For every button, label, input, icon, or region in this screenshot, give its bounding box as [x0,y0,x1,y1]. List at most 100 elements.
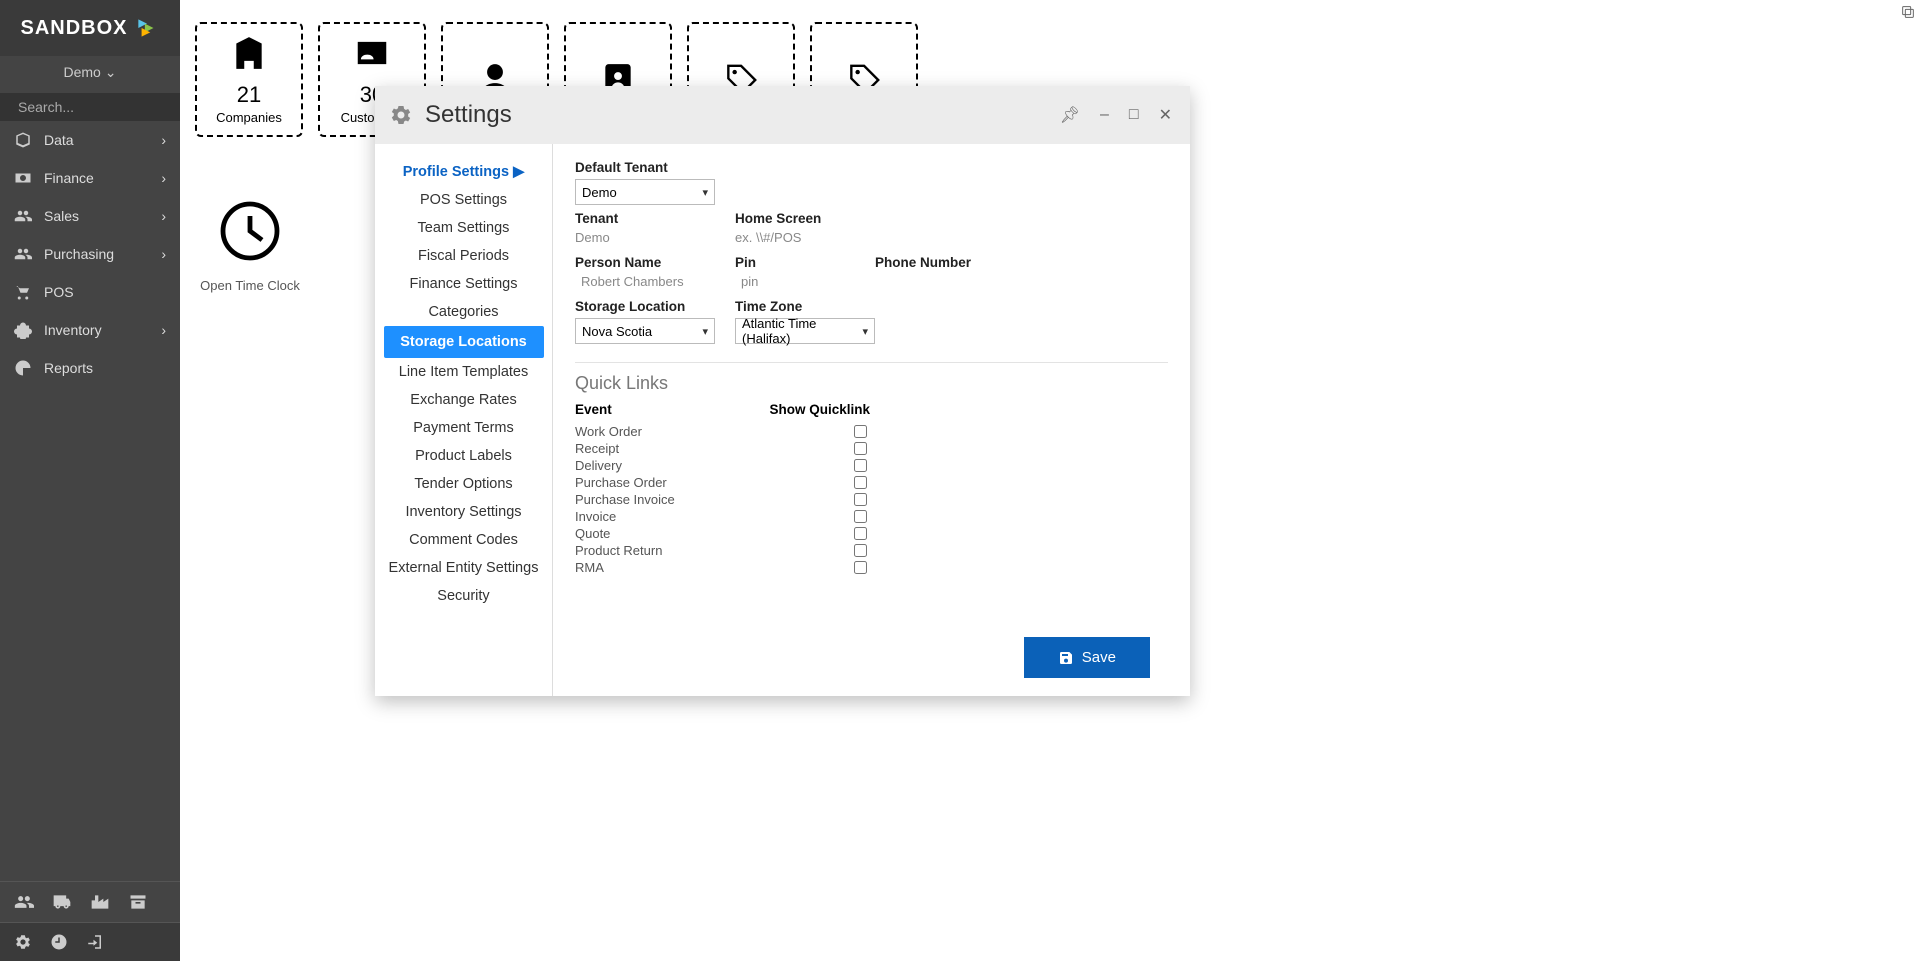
minimize-icon[interactable]: – [1096,102,1113,128]
quicklink-row: Purchase Invoice [575,491,870,508]
chevron-right-icon: › [161,132,166,148]
quicklink-checkbox-work-order[interactable] [854,424,867,439]
settings-modal: Settings 📌︎ – □ ✕ Profile SettingsPOS Se… [375,86,1190,696]
chevron-right-icon: › [161,170,166,186]
storage-location-label: Storage Location [575,299,715,314]
settings-nav-finance-settings[interactable]: Finance Settings [384,270,544,298]
nav-item-pos[interactable]: POS [0,273,180,311]
search-input[interactable] [18,99,199,115]
settings-nav-external-entity-settings[interactable]: External Entity Settings [384,554,544,582]
nav-item-data[interactable]: Data› [0,121,180,159]
pin-icon[interactable]: 📌︎ [1056,101,1084,129]
archive-icon[interactable] [128,892,148,912]
chevron-down-icon: ⌄ [105,64,117,80]
quicklink-row: Purchase Order [575,474,870,491]
quicklink-row: Invoice [575,508,870,525]
tenant-value: Demo [575,230,715,245]
quicklink-checkbox-invoice[interactable] [854,509,867,524]
brand-logo-icon [134,15,160,41]
clock-label: Open Time Clock [200,278,300,293]
gear-icon[interactable] [14,933,32,951]
default-tenant-select[interactable]: Demo [575,179,715,205]
settings-nav-pos-settings[interactable]: POS Settings [384,186,544,214]
tenant-label: Tenant [575,211,715,226]
factory-icon[interactable] [90,892,110,912]
quicklink-checkbox-receipt[interactable] [854,441,867,456]
settings-nav: Profile SettingsPOS SettingsTeam Setting… [375,144,553,696]
cart-icon [14,283,32,301]
copy-icon[interactable] [1900,4,1916,25]
quicklink-row: Receipt [575,440,870,457]
idcard-icon [353,34,391,72]
pin-hint: pin [735,274,855,289]
modal-title: Settings [425,101,512,129]
clock-large-icon [214,195,286,267]
logout-icon[interactable] [86,933,104,951]
quicklinks-title: Quick Links [575,373,1168,394]
nav-item-finance[interactable]: Finance› [0,159,180,197]
quicklink-checkbox-rma[interactable] [854,560,867,575]
tenant-selector[interactable]: Demo ⌄ [0,56,180,93]
chart-icon [14,359,32,377]
person-name-label: Person Name [575,255,715,270]
save-icon [1058,650,1074,666]
settings-nav-tender-options[interactable]: Tender Options [384,470,544,498]
settings-nav-line-item-templates[interactable]: Line Item Templates [384,358,544,386]
home-screen-hint: ex. \\#/POS [735,230,821,245]
settings-nav-fiscal-periods[interactable]: Fiscal Periods [384,242,544,270]
ql-col-event: Event [575,402,612,417]
users-icon[interactable] [14,892,34,912]
nav-item-sales[interactable]: Sales› [0,197,180,235]
save-button[interactable]: Save [1024,637,1150,678]
settings-nav-product-labels[interactable]: Product Labels [384,442,544,470]
money-icon [14,169,32,187]
settings-nav-storage-locations[interactable]: Storage Locations [384,326,544,358]
default-tenant-label: Default Tenant [575,160,1168,175]
nav-item-purchasing[interactable]: Purchasing› [0,235,180,273]
quicklink-checkbox-purchase-invoice[interactable] [854,492,867,507]
nav-item-inventory[interactable]: Inventory› [0,311,180,349]
clock-icon[interactable] [50,933,68,951]
chevron-right-icon: › [161,322,166,338]
timezone-label: Time Zone [735,299,875,314]
quicklink-row: Work Order [575,423,870,440]
storage-location-select[interactable]: Nova Scotia [575,318,715,344]
quicklink-checkbox-product-return[interactable] [854,543,867,558]
bottom-toolbar-system [0,922,180,961]
open-time-clock[interactable]: Open Time Clock [200,195,300,293]
settings-nav-inventory-settings[interactable]: Inventory Settings [384,498,544,526]
settings-nav-profile-settings[interactable]: Profile Settings [384,158,544,186]
truck-icon[interactable] [52,892,72,912]
phone-label: Phone Number [875,255,971,270]
quicklink-checkbox-delivery[interactable] [854,458,867,473]
group-icon [14,245,32,263]
timezone-select[interactable]: Atlantic Time (Halifax) [735,318,875,344]
brand-text: SANDBOX [20,17,127,40]
dash-card-companies[interactable]: 21Companies [195,22,303,137]
home-screen-label: Home Screen [735,211,821,226]
save-button-label: Save [1082,649,1116,666]
pin-label: Pin [735,255,855,270]
nav-item-reports[interactable]: Reports [0,349,180,387]
settings-nav-payment-terms[interactable]: Payment Terms [384,414,544,442]
settings-nav-exchange-rates[interactable]: Exchange Rates [384,386,544,414]
tenant-selector-label: Demo [64,64,101,80]
box-icon [14,131,32,149]
settings-nav-security[interactable]: Security [384,582,544,610]
close-icon[interactable]: ✕ [1155,101,1176,129]
settings-nav-comment-codes[interactable]: Comment Codes [384,526,544,554]
quicklink-checkbox-quote[interactable] [854,526,867,541]
group-icon [14,207,32,225]
ql-col-show: Show Quicklink [769,402,870,417]
brand: SANDBOX [0,0,180,56]
quicklink-checkbox-purchase-order[interactable] [854,475,867,490]
inv-icon [14,321,32,339]
maximize-icon[interactable]: □ [1125,102,1143,128]
quicklink-row: Delivery [575,457,870,474]
search-bar[interactable] [0,93,180,121]
modal-header: Settings 📌︎ – □ ✕ [375,86,1190,144]
quicklink-row: Product Return [575,542,870,559]
settings-nav-team-settings[interactable]: Team Settings [384,214,544,242]
quicklink-row: Quote [575,525,870,542]
settings-nav-categories[interactable]: Categories [384,298,544,326]
